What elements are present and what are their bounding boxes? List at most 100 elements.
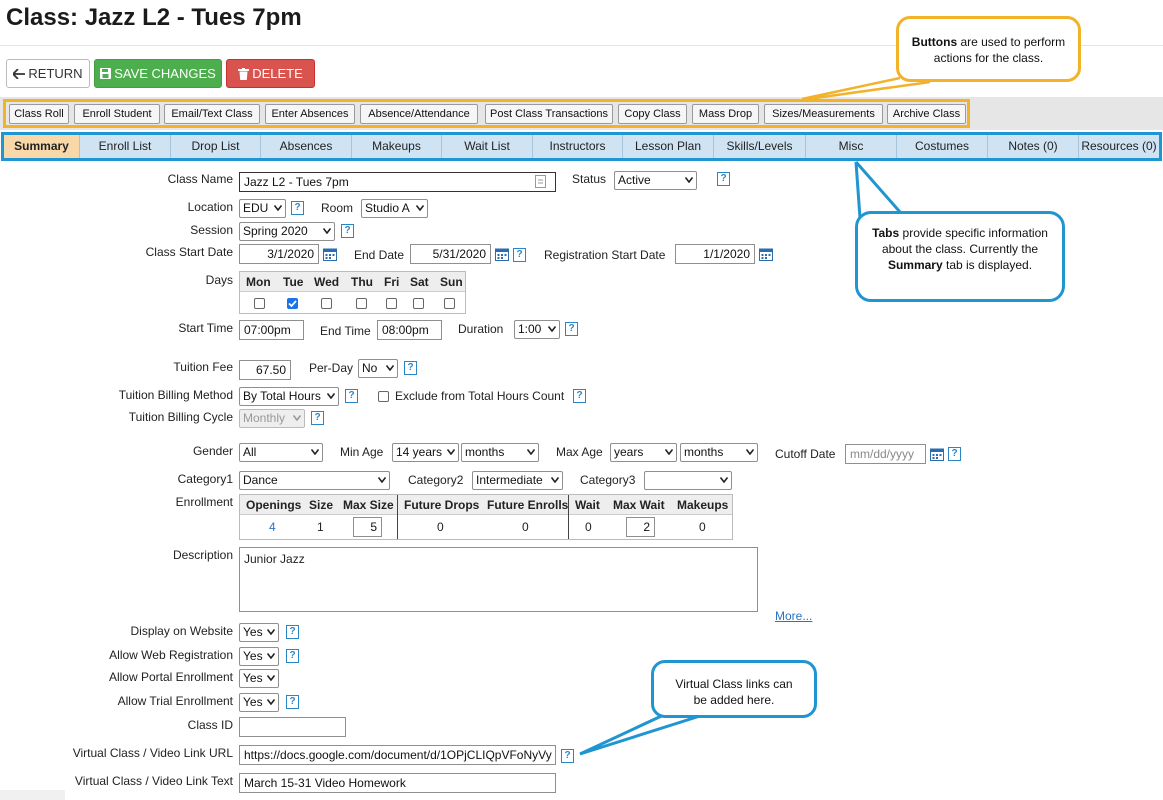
tab-instructors[interactable]: Instructors (533, 135, 623, 158)
tab-wait-list[interactable]: Wait List (442, 135, 533, 158)
enrollment-header-makeups: Makeups (677, 498, 729, 512)
registration-start-date-input[interactable]: 1/1/2020 (675, 244, 755, 264)
category1-select[interactable]: Dance (239, 471, 390, 490)
per-day-select[interactable]: No (358, 359, 398, 378)
save-changes-button[interactable]: SAVE CHANGES (94, 59, 222, 88)
tab-misc[interactable]: Misc (806, 135, 897, 158)
description-more-link[interactable]: More... (775, 609, 812, 623)
start-time-input[interactable]: 07:00pm (239, 320, 304, 340)
calendar-icon[interactable] (323, 247, 337, 261)
max-age-years-select[interactable]: years (610, 443, 677, 462)
location-label: Location (187, 200, 233, 214)
tab-enroll-list[interactable]: Enroll List (80, 135, 171, 158)
tab-costumes[interactable]: Costumes (897, 135, 988, 158)
enter-absences-button[interactable]: Enter Absences (265, 104, 355, 124)
status-value: Active (618, 173, 651, 187)
contact-card-icon[interactable] (535, 175, 546, 188)
duration-select[interactable]: 1:00 (514, 320, 560, 339)
tab-drop-list[interactable]: Drop List (171, 135, 261, 158)
category2-select[interactable]: Intermediate (472, 471, 563, 490)
max-age-months-select[interactable]: months (680, 443, 758, 462)
delete-button[interactable]: DELETE (226, 59, 315, 88)
min-age-years-select[interactable]: 14 years (392, 443, 459, 462)
tab-makeups[interactable]: Makeups (352, 135, 442, 158)
duration-help-icon[interactable]: ? (565, 322, 578, 336)
display-on-website-select[interactable]: Yes (239, 623, 279, 642)
class-name-input[interactable]: Jazz L2 - Tues 7pm (239, 172, 556, 192)
archive-class-button[interactable]: Archive Class (887, 104, 966, 124)
allow-web-registration-select[interactable]: Yes (239, 647, 279, 666)
tab-absences[interactable]: Absences (261, 135, 352, 158)
allow-trial-enrollment-select[interactable]: Yes (239, 693, 279, 712)
display-on-website-help-icon[interactable]: ? (286, 625, 299, 639)
category3-select[interactable] (644, 471, 732, 490)
end-time-label: End Time (320, 324, 371, 338)
cutoff-date-input[interactable]: mm/dd/yyyy (845, 444, 926, 464)
enrollment-openings-link[interactable]: 4 (269, 520, 276, 534)
virtual-link-text-input[interactable]: March 15-31 Video Homework (239, 773, 556, 793)
day-checkbox-mon[interactable] (254, 298, 265, 309)
location-help-icon[interactable]: ? (291, 201, 304, 215)
copy-class-button[interactable]: Copy Class (618, 104, 687, 124)
email-text-class-button[interactable]: Email/Text Class (164, 104, 260, 124)
day-checkbox-sun[interactable] (444, 298, 455, 309)
allow-web-registration-help-icon[interactable]: ? (286, 649, 299, 663)
gender-select[interactable]: All (239, 443, 323, 462)
tab-notes[interactable]: Notes (0) (988, 135, 1079, 158)
enroll-student-button[interactable]: Enroll Student (74, 104, 160, 124)
session-select[interactable]: Spring 2020 (239, 222, 335, 241)
class-start-date-input[interactable]: 3/1/2020 (239, 244, 319, 264)
day-checkbox-wed[interactable] (321, 298, 332, 309)
display-on-website-label: Display on Website (130, 624, 234, 638)
class-roll-button[interactable]: Class Roll (9, 104, 69, 124)
tuition-billing-cycle-help-icon[interactable]: ? (311, 411, 324, 425)
tab-resources[interactable]: Resources (0) (1079, 135, 1159, 158)
calendar-icon[interactable] (495, 247, 509, 261)
location-select[interactable]: EDU (239, 199, 286, 218)
tab-summary[interactable]: Summary (4, 135, 80, 158)
end-time-input[interactable]: 08:00pm (377, 320, 442, 340)
exclude-total-hours-help-icon[interactable]: ? (573, 389, 586, 403)
day-checkbox-fri[interactable] (386, 298, 397, 309)
enrollment-future-drops-value: 0 (437, 520, 444, 534)
day-checkbox-sat[interactable] (413, 298, 424, 309)
tuition-fee-input[interactable]: 67.50 (239, 360, 291, 380)
day-checkbox-thu[interactable] (356, 298, 367, 309)
room-select[interactable]: Studio A (361, 199, 428, 218)
mass-drop-button[interactable]: Mass Drop (692, 104, 759, 124)
description-textarea[interactable]: Junior Jazz (239, 547, 758, 612)
class-id-input[interactable] (239, 717, 346, 737)
tab-lesson-plan[interactable]: Lesson Plan (623, 135, 714, 158)
tuition-billing-method-help-icon[interactable]: ? (345, 389, 358, 403)
enrollment-label: Enrollment (175, 495, 233, 509)
status-select[interactable]: Active (614, 171, 697, 190)
tuition-billing-method-select[interactable]: By Total Hours (239, 387, 339, 406)
end-date-input[interactable]: 5/31/2020 (410, 244, 491, 264)
start-time-label: Start Time (178, 321, 233, 335)
checkmark-icon (288, 300, 297, 308)
calendar-icon[interactable] (930, 447, 944, 461)
enrollment-max-size-input[interactable]: 5 (353, 517, 382, 537)
status-help-icon[interactable]: ? (717, 172, 730, 186)
return-button[interactable]: RETURN (6, 59, 90, 88)
min-age-months-select[interactable]: months (461, 443, 539, 462)
per-day-help-icon[interactable]: ? (404, 361, 417, 375)
calendar-icon[interactable] (759, 247, 773, 261)
description-label: Description (172, 548, 233, 562)
allow-portal-enrollment-select[interactable]: Yes (239, 669, 279, 688)
end-date-help-icon[interactable]: ? (513, 248, 526, 262)
exclude-total-hours-checkbox[interactable] (378, 391, 389, 402)
sizes-measurements-button[interactable]: Sizes/Measurements (764, 104, 883, 124)
tabs-callout-pointer (854, 161, 902, 219)
post-class-transactions-button[interactable]: Post Class Transactions (485, 104, 613, 124)
session-help-icon[interactable]: ? (341, 224, 354, 238)
allow-trial-enrollment-help-icon[interactable]: ? (286, 695, 299, 709)
absence-attendance-button[interactable]: Absence/Attendance (360, 104, 478, 124)
virtual-link-url-help-icon[interactable]: ? (561, 749, 574, 763)
min-age-months-value: months (465, 445, 505, 459)
cutoff-date-help-icon[interactable]: ? (948, 447, 961, 461)
tab-skills-levels[interactable]: Skills/Levels (714, 135, 806, 158)
virtual-link-url-input[interactable]: https://docs.google.com/document/d/1OPjC… (239, 745, 556, 765)
enrollment-max-wait-input[interactable]: 2 (626, 517, 655, 537)
day-checkbox-tue[interactable] (287, 298, 298, 309)
